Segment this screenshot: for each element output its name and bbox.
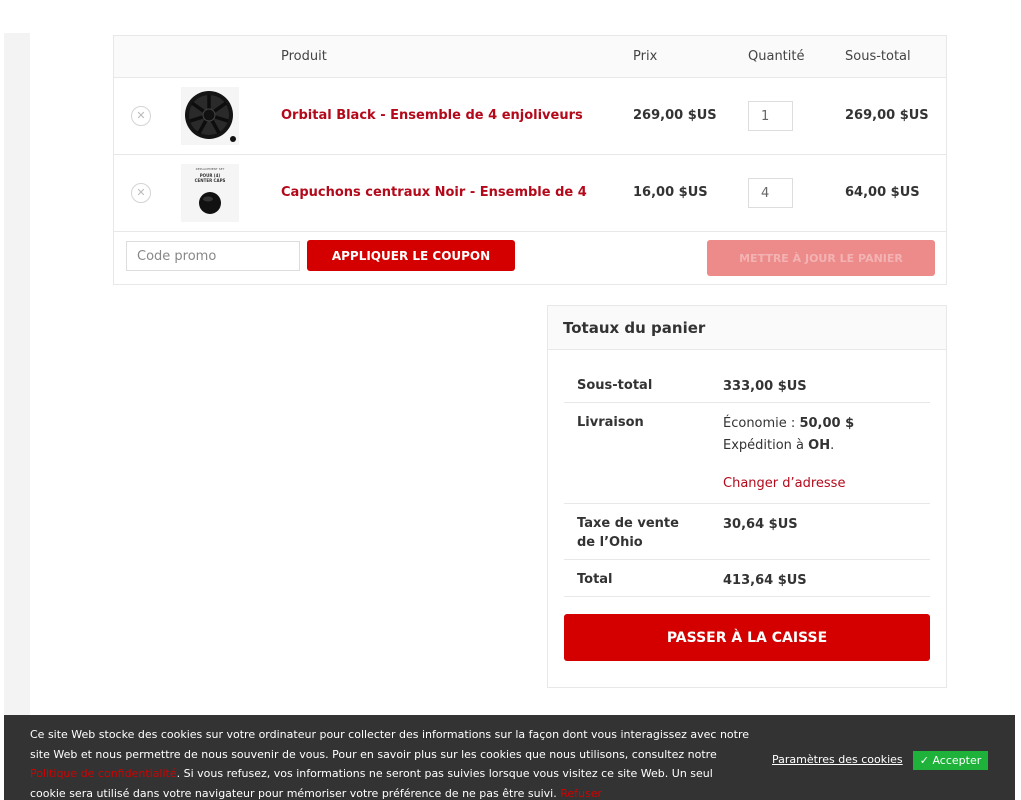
total-label: Total bbox=[577, 572, 613, 587]
privacy-policy-link[interactable]: Politique de confidentialité bbox=[30, 767, 177, 780]
product-link[interactable]: Orbital Black - Ensemble de 4 enjoliveur… bbox=[281, 108, 583, 123]
tax-value: 30,64 $US bbox=[723, 517, 798, 532]
cart-totals: Totaux du panier Sous-total 333,00 $US L… bbox=[547, 305, 947, 688]
subtotal-value: 333,00 $US bbox=[723, 379, 807, 394]
accept-cookies-button[interactable]: ✓ Accepter bbox=[913, 751, 988, 770]
header-product: Produit bbox=[281, 49, 327, 64]
product-link[interactable]: Capuchons centraux Noir - Ensemble de 4 bbox=[281, 185, 587, 200]
product-price: 16,00 $US bbox=[633, 185, 708, 200]
product-subtotal: 269,00 $US bbox=[845, 108, 929, 123]
cart-table: Produit Prix Quantité Sous-total ✕ Orbit… bbox=[113, 35, 947, 285]
shipping-economy-label: Économie : bbox=[723, 416, 800, 431]
shipping-destination: Expédition à OH. bbox=[723, 435, 854, 457]
cookie-settings-link[interactable]: Paramètres des cookies bbox=[772, 753, 903, 766]
product-subtotal: 64,00 $US bbox=[845, 185, 920, 200]
change-address-link[interactable]: Changer d’adresse bbox=[723, 473, 854, 495]
shipping-details: Économie : 50,00 $ Expédition à OH. Chan… bbox=[723, 413, 854, 495]
quantity-input[interactable] bbox=[748, 101, 793, 131]
totals-row-tax: Taxe de vente de l’Ohio 30,64 $US bbox=[564, 504, 930, 560]
apply-coupon-button[interactable]: APPLIQUER LE COUPON bbox=[307, 240, 515, 271]
totals-row-total: Total 413,64 $US bbox=[564, 560, 930, 597]
center-cap-image bbox=[199, 192, 221, 214]
thumb-label-line: REPLACEMENT SET bbox=[195, 167, 225, 171]
header-subtotal: Sous-total bbox=[845, 49, 911, 64]
cookie-banner: Ce site Web stocke des cookies sur votre… bbox=[4, 715, 1015, 800]
hubcap-image bbox=[185, 91, 236, 142]
shipping-label: Livraison bbox=[577, 415, 644, 430]
shipping-economy: Économie : 50,00 $ bbox=[723, 413, 854, 435]
quantity-input[interactable] bbox=[748, 178, 793, 208]
product-price: 269,00 $US bbox=[633, 108, 717, 123]
checkout-button[interactable]: PASSER À LA CAISSE bbox=[564, 614, 930, 661]
cookie-text-part: Ce site Web stocke des cookies sur votre… bbox=[30, 728, 750, 761]
cart-totals-heading: Totaux du panier bbox=[548, 306, 946, 350]
subtotal-label: Sous-total bbox=[577, 378, 653, 393]
product-thumbnail-hubcap[interactable] bbox=[181, 87, 239, 145]
total-value: 413,64 $US bbox=[723, 573, 807, 588]
cart-row: ✕ Orbital Black - Ensemble de 4 enjolive… bbox=[114, 78, 946, 155]
totals-row-shipping: Livraison Économie : 50,00 $ Expédition … bbox=[564, 403, 930, 504]
product-thumbnail-center-caps[interactable]: REPLACEMENT SET POUR (4) CENTER CAPS bbox=[181, 164, 239, 222]
cart-table-header: Produit Prix Quantité Sous-total bbox=[114, 36, 946, 78]
shipping-to-label: Expédition à bbox=[723, 438, 809, 453]
accept-label: Accepter bbox=[932, 754, 982, 767]
totals-row-subtotal: Sous-total 333,00 $US bbox=[564, 366, 930, 403]
shipping-economy-value: 50,00 $ bbox=[799, 416, 855, 431]
shipping-period: . bbox=[830, 438, 835, 453]
thumb-label-line: CENTER CAPS bbox=[194, 178, 226, 183]
update-cart-button[interactable]: METTRE À JOUR LE PANIER bbox=[707, 240, 935, 276]
header-price: Prix bbox=[633, 49, 658, 64]
cart-actions: APPLIQUER LE COUPON METTRE À JOUR LE PAN… bbox=[114, 232, 946, 286]
shipping-state: OH bbox=[808, 438, 831, 453]
cart-row: ✕ REPLACEMENT SET POUR (4) CENTER CAPS C… bbox=[114, 155, 946, 232]
refuse-cookies-link[interactable]: Refuser bbox=[560, 787, 602, 800]
check-icon: ✓ bbox=[919, 754, 929, 767]
tax-label: Taxe de vente de l’Ohio bbox=[577, 516, 679, 550]
header-quantity: Quantité bbox=[748, 49, 805, 64]
left-page-strip bbox=[4, 33, 30, 723]
coupon-code-input[interactable] bbox=[126, 241, 300, 271]
remove-item-icon[interactable]: ✕ bbox=[131, 106, 151, 126]
remove-item-icon[interactable]: ✕ bbox=[131, 183, 151, 203]
cookie-message: Ce site Web stocke des cookies sur votre… bbox=[30, 725, 750, 800]
